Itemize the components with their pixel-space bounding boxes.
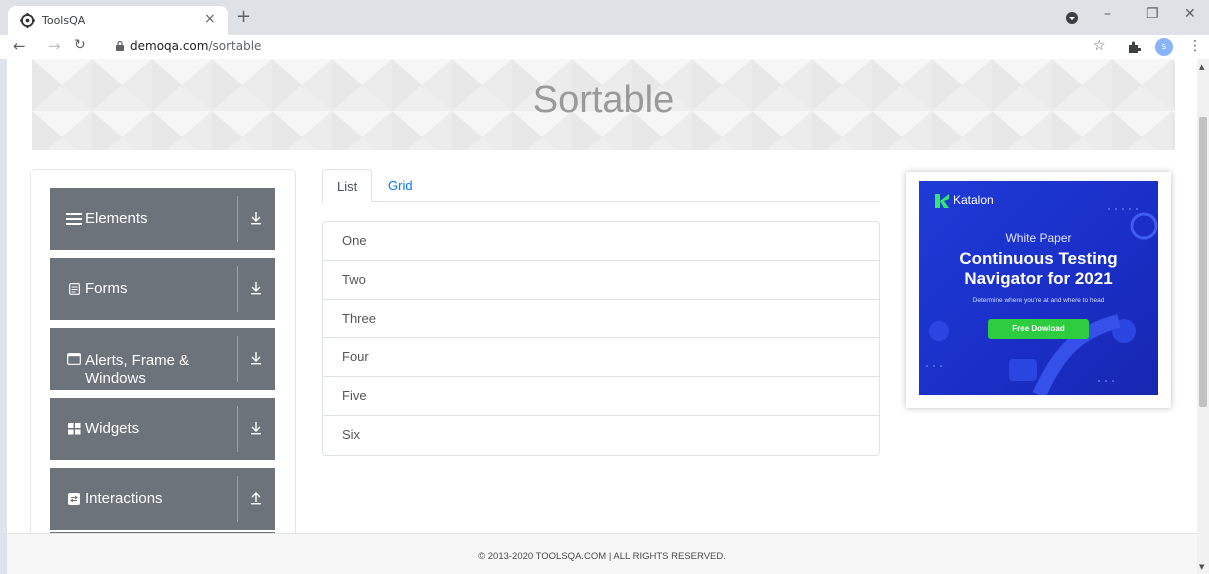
sidebar-group-label: Elements: [85, 210, 148, 227]
toolsqa-favicon-icon: [20, 13, 35, 28]
address-bar-row: ← → ↻ demoqa.com/sortable ☆ s ⋮: [0, 35, 1209, 59]
sidebar-group-interactions[interactable]: Interactions: [50, 468, 275, 530]
media-control-icon[interactable]: [1065, 11, 1079, 25]
ad-download-button[interactable]: Free Dowload: [988, 319, 1089, 339]
ad-subtitle: White Paper: [1005, 231, 1072, 245]
arrow-down-icon[interactable]: [249, 280, 263, 296]
list-item[interactable]: Six: [323, 416, 879, 455]
ad-headline: Continuous Testing Navigator for 2021: [919, 249, 1158, 289]
tab-grid[interactable]: Grid: [374, 169, 427, 202]
menu-divider: [237, 336, 238, 382]
katalon-ad[interactable]: Katalon White Paper Continuous Testing N…: [919, 181, 1158, 395]
sidebar-group-widgets[interactable]: Widgets: [50, 398, 275, 460]
browser-tab-strip: ToolsQA × + – ❐ ✕: [0, 0, 1209, 35]
minimize-button[interactable]: –: [1104, 6, 1111, 22]
sortable-tabs: List Grid: [322, 169, 880, 203]
page-footer: © 2013-2020 TOOLSQA.COM | ALL RIGHTS RES…: [7, 533, 1197, 574]
arrow-down-icon[interactable]: [249, 210, 263, 226]
page-scrollbar[interactable]: ▲ ▼: [1197, 59, 1209, 574]
sidebar-group-alerts-frame-windows[interactable]: Alerts, Frame & Windows: [50, 328, 275, 390]
menu-divider: [237, 196, 238, 242]
list-item[interactable]: Three: [323, 300, 879, 339]
hamburger-icon: [65, 210, 83, 228]
menu-divider: [237, 406, 238, 452]
sidebar-group-label: Forms: [85, 280, 128, 297]
profile-avatar[interactable]: s: [1155, 38, 1173, 56]
close-window-button[interactable]: ✕: [1184, 6, 1196, 22]
ad-tagline: Determine where you're at and where to h…: [972, 297, 1105, 304]
scrollbar-thumb[interactable]: [1199, 117, 1207, 407]
interactions-icon: [65, 490, 83, 508]
page-viewport: Sortable Elements Forms Alerts, Frame & …: [7, 59, 1197, 574]
maximize-button[interactable]: ❐: [1146, 6, 1159, 22]
forward-arrow-icon[interactable]: →: [48, 37, 61, 55]
katalon-logo-icon: [935, 194, 949, 208]
list-item[interactable]: One: [323, 222, 879, 261]
browser-tab[interactable]: ToolsQA ×: [8, 6, 228, 35]
left-sidebar: Elements Forms Alerts, Frame & Windows W…: [30, 169, 296, 574]
list-item[interactable]: Four: [323, 338, 879, 378]
sidebar-group-label: Widgets: [85, 420, 140, 437]
ad-headline-line-1: Continuous Testing: [959, 249, 1118, 268]
tab-close-icon[interactable]: ×: [204, 11, 216, 27]
ad-headline-line-2: Navigator for 2021: [964, 269, 1113, 288]
bookmark-star-icon[interactable]: ☆: [1093, 38, 1106, 54]
url-path: /sortable: [208, 39, 262, 53]
browser-tab-title: ToolsQA: [42, 14, 86, 27]
page-banner: Sortable: [32, 59, 1175, 150]
menu-divider: [237, 476, 238, 522]
sidebar-group-label: Interactions: [85, 490, 163, 507]
list-item[interactable]: Two: [323, 261, 879, 300]
extensions-puzzle-icon[interactable]: [1128, 41, 1141, 54]
reload-icon[interactable]: ↻: [74, 37, 86, 53]
ad-frame: Katalon White Paper Continuous Testing N…: [906, 172, 1171, 408]
arrow-down-icon[interactable]: [249, 350, 263, 366]
new-tab-button[interactable]: +: [236, 6, 251, 27]
sidebar-group-forms[interactable]: Forms: [50, 258, 275, 320]
tab-list[interactable]: List: [322, 169, 373, 203]
page-title: Sortable: [532, 79, 675, 121]
sidebar-group-label: Alerts, Frame & Windows: [85, 352, 190, 387]
browser-menu-icon[interactable]: ⋮: [1188, 38, 1202, 54]
arrow-down-icon[interactable]: [249, 420, 263, 436]
form-icon: [65, 280, 83, 298]
arrow-up-icon[interactable]: [249, 490, 263, 506]
sortable-list: One Two Three Four Five Six: [322, 221, 880, 456]
scroll-down-arrow-icon[interactable]: ▼: [1199, 563, 1204, 571]
list-item[interactable]: Five: [323, 377, 879, 416]
lock-icon: [116, 41, 124, 51]
back-arrow-icon[interactable]: ←: [13, 37, 26, 55]
widgets-icon: [65, 420, 83, 438]
ad-brand: Katalon: [953, 193, 994, 207]
menu-divider: [237, 266, 238, 312]
url-field[interactable]: demoqa.com/sortable: [130, 39, 261, 53]
footer-copyright: © 2013-2020 TOOLSQA.COM | ALL RIGHTS RES…: [478, 551, 726, 562]
sidebar-group-elements[interactable]: Elements: [50, 188, 275, 250]
window-icon: [65, 350, 83, 368]
url-host: demoqa.com: [130, 39, 209, 53]
scroll-up-arrow-icon[interactable]: ▲: [1199, 63, 1204, 71]
